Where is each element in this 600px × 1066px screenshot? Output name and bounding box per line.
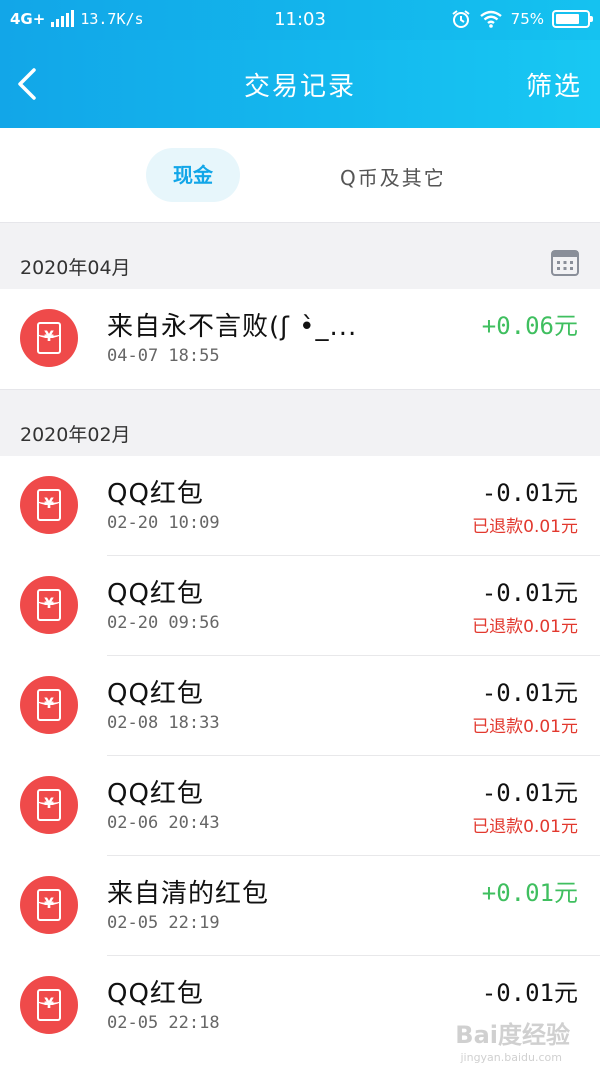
header-bar: 交易记录 筛选 bbox=[0, 40, 600, 128]
refund-status: 已退款0.01元 bbox=[472, 517, 578, 537]
wifi-icon bbox=[479, 10, 502, 28]
transaction-time: 04-07 18:55 bbox=[107, 346, 220, 366]
transaction-title: QQ红包 bbox=[107, 679, 204, 709]
transaction-time: 02-05 22:19 bbox=[107, 913, 220, 933]
transaction-amount: +0.06元 bbox=[481, 312, 578, 340]
page-title: 交易记录 bbox=[243, 72, 356, 102]
month-header-april: 2020年04月 bbox=[0, 222, 600, 289]
transaction-time: 02-05 22:18 bbox=[107, 1013, 220, 1033]
transaction-row[interactable]: ¥ 来自永不言败(ʃ •̀_... 04-07 18:55 +0.06元 bbox=[0, 289, 600, 389]
transaction-title: QQ红包 bbox=[107, 979, 204, 1009]
transaction-amount: -0.01元 bbox=[481, 479, 578, 507]
tab-bar: 现金 Q币及其它 bbox=[0, 128, 600, 222]
calendar-icon[interactable] bbox=[550, 247, 580, 277]
status-right: 75% bbox=[451, 9, 593, 29]
transaction-amount: -0.01元 bbox=[481, 579, 578, 607]
refund-status: 已退款0.01元 bbox=[472, 817, 578, 837]
transaction-title: 来自永不言败(ʃ •̀_... bbox=[107, 312, 358, 342]
transaction-amount: -0.01元 bbox=[481, 979, 578, 1007]
month-label: 2020年02月 bbox=[20, 424, 131, 446]
battery-level bbox=[556, 14, 579, 24]
transaction-time: 02-06 20:43 bbox=[107, 813, 220, 833]
refund-status: 已退款0.01元 bbox=[472, 717, 578, 737]
red-packet-icon: ¥ bbox=[20, 576, 78, 634]
transaction-title: QQ红包 bbox=[107, 579, 204, 609]
back-arrow-icon[interactable] bbox=[14, 64, 44, 104]
battery-icon bbox=[552, 10, 593, 28]
tab-qcoin-other[interactable]: Q币及其它 bbox=[340, 162, 446, 191]
transaction-row[interactable]: ¥ QQ红包 02-06 20:43 -0.01元 已退款0.01元 bbox=[0, 756, 600, 856]
transaction-amount: -0.01元 bbox=[481, 679, 578, 707]
transaction-amount: +0.01元 bbox=[481, 879, 578, 907]
month-label: 2020年04月 bbox=[20, 257, 131, 279]
transaction-row[interactable]: ¥ QQ红包 02-20 10:09 -0.01元 已退款0.01元 bbox=[0, 456, 600, 556]
transaction-row[interactable]: ¥ 来自清的红包 02-05 22:19 +0.01元 bbox=[0, 856, 600, 956]
transaction-title: 来自清的红包 bbox=[107, 879, 270, 909]
filter-button[interactable]: 筛选 bbox=[526, 66, 582, 103]
transaction-row[interactable]: ¥ QQ红包 02-20 09:56 -0.01元 已退款0.01元 bbox=[0, 556, 600, 656]
transaction-row[interactable]: ¥ QQ红包 02-08 18:33 -0.01元 已退款0.01元 bbox=[0, 656, 600, 756]
red-packet-icon: ¥ bbox=[20, 476, 78, 534]
red-packet-icon: ¥ bbox=[20, 876, 78, 934]
watermark-url: jingyan.baidu.com bbox=[460, 1051, 562, 1064]
red-packet-icon: ¥ bbox=[20, 676, 78, 734]
battery-percent: 75% bbox=[510, 10, 544, 28]
refund-status: 已退款0.01元 bbox=[472, 617, 578, 637]
red-packet-icon: ¥ bbox=[20, 309, 78, 367]
transaction-time: 02-20 09:56 bbox=[107, 613, 220, 633]
month-header-february: 2020年02月 bbox=[0, 389, 600, 456]
transaction-title: QQ红包 bbox=[107, 479, 204, 509]
red-packet-icon: ¥ bbox=[20, 776, 78, 834]
transaction-title: QQ红包 bbox=[107, 779, 204, 809]
status-bar: 4G+ 13.7K/s 11:03 75% bbox=[0, 0, 600, 40]
transaction-amount: -0.01元 bbox=[481, 779, 578, 807]
watermark-logo: Bai度经验 bbox=[455, 1021, 570, 1049]
tab-cash[interactable]: 现金 bbox=[146, 148, 240, 202]
transaction-time: 02-20 10:09 bbox=[107, 513, 220, 533]
alarm-icon bbox=[452, 10, 470, 28]
red-packet-icon: ¥ bbox=[20, 976, 78, 1034]
transaction-time: 02-08 18:33 bbox=[107, 713, 220, 733]
